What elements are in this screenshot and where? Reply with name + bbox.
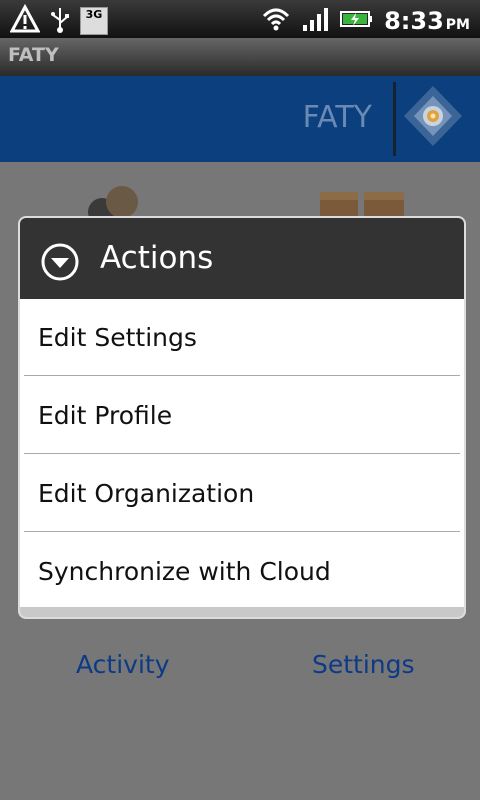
menu-item-label: Edit Settings <box>38 323 197 352</box>
app-header: FATY <box>0 76 480 162</box>
actions-dialog: Actions Edit Settings Edit Profile Edit … <box>18 216 466 619</box>
brand-name: FATY <box>302 100 372 135</box>
3g-icon: 3G <box>80 7 108 35</box>
wifi-icon <box>260 4 292 38</box>
usb-icon <box>48 4 72 38</box>
menu-divider <box>24 453 460 454</box>
status-right: 8:33 PM <box>260 4 470 38</box>
menu-item-label: Edit Profile <box>38 401 173 430</box>
menu-item-synchronize-with-cloud[interactable]: Synchronize with Cloud <box>24 533 460 610</box>
dialog-title: Actions <box>100 240 214 276</box>
menu-item-label: Edit Organization <box>38 479 255 508</box>
tile-label-settings[interactable]: Settings <box>312 650 415 679</box>
menu-divider <box>24 531 460 532</box>
clock: 8:33 PM <box>384 6 470 36</box>
menu-item-edit-settings[interactable]: Edit Settings <box>24 299 460 376</box>
status-left: 3G <box>9 3 108 38</box>
app-title: FATY <box>8 44 59 66</box>
status-bar: 3G 8:33 PM <box>0 0 480 38</box>
menu-item-edit-organization[interactable]: Edit Organization <box>24 455 460 532</box>
time: 8:33 <box>384 7 444 35</box>
menu-item-edit-profile[interactable]: Edit Profile <box>24 377 460 454</box>
ampm: PM <box>445 17 470 33</box>
chevron-down-circle-icon <box>40 242 80 282</box>
faty-logo-icon <box>400 82 466 156</box>
tile-label-activity[interactable]: Activity <box>76 650 170 679</box>
menu-divider <box>24 375 460 376</box>
network-badge-label: 3G <box>85 8 103 21</box>
app-title-bar: FATY <box>0 38 480 76</box>
brand-separator <box>393 82 396 156</box>
menu-item-label: Synchronize with Cloud <box>38 557 331 586</box>
signal-icon <box>302 4 330 38</box>
battery-charging-icon <box>340 4 374 38</box>
warning-icon <box>9 3 41 38</box>
dialog-scroll-edge <box>20 607 464 617</box>
dialog-header: Actions <box>20 218 464 299</box>
